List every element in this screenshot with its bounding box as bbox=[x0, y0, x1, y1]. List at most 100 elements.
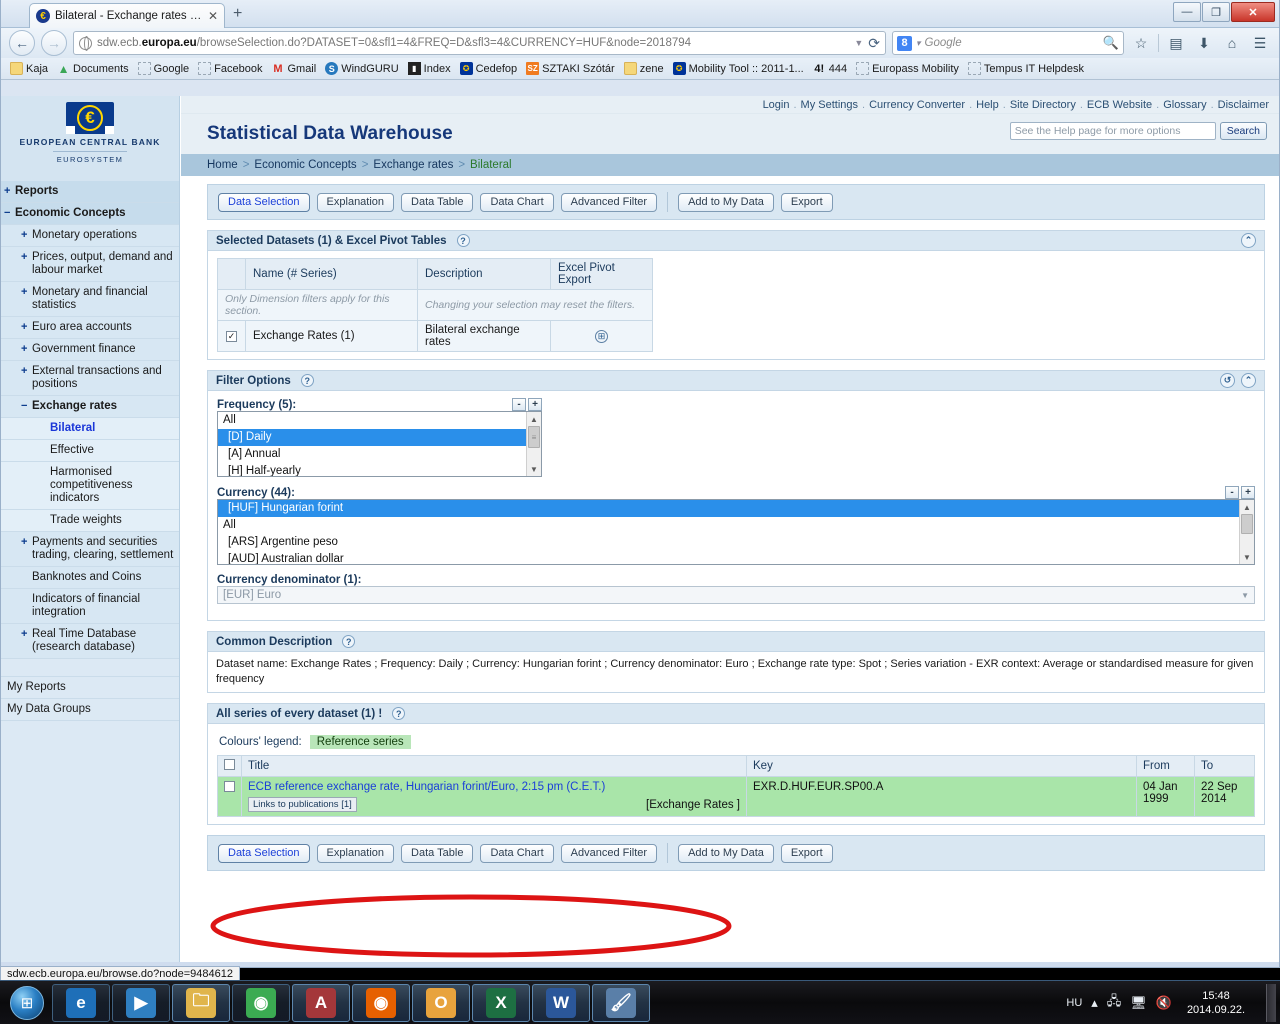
expand-icon[interactable]: + bbox=[21, 343, 29, 356]
expand-icon[interactable]: + bbox=[21, 536, 29, 562]
explanation-button-top[interactable]: Explanation bbox=[316, 192, 395, 212]
bookmark-kaja[interactable]: Kaja bbox=[7, 62, 51, 75]
sidebar-item-monetary-and-financial-statistics[interactable]: + Monetary and financial statistics bbox=[1, 282, 179, 317]
bookmark-index[interactable]: ▮ Index bbox=[405, 62, 454, 75]
collapse-icon[interactable]: − bbox=[21, 400, 29, 413]
select-all-series-checkbox[interactable] bbox=[224, 759, 235, 770]
add-to-my-data-button-bottom[interactable]: Add to My Data bbox=[678, 843, 774, 863]
sidebar-item-external-transactions-and-positions[interactable]: + External transactions and positions bbox=[1, 361, 179, 396]
data-chart-button-top[interactable]: Data Chart bbox=[480, 192, 554, 212]
bookmark-mobility-tool-2011-1[interactable]: ✪ Mobility Tool :: 2011-1... bbox=[670, 62, 807, 75]
breadcrumb-item-economic-concepts[interactable]: Economic Concepts bbox=[254, 159, 356, 171]
sidebar-item-effective[interactable]: Effective bbox=[1, 440, 179, 462]
bookmark-gmail[interactable]: M Gmail bbox=[268, 62, 319, 75]
sidebar-item-prices-output-demand-and-labour-market[interactable]: + Prices, output, demand and labour marke… bbox=[1, 247, 179, 282]
sidebar-item-indicators-of-financial-integration[interactable]: Indicators of financial integration bbox=[1, 589, 179, 624]
taskbar-microsoft-paint[interactable]: 🖌 bbox=[592, 983, 650, 1022]
new-tab-button[interactable]: + bbox=[233, 6, 242, 22]
series-checkbox[interactable] bbox=[224, 781, 235, 792]
bookmark-documents[interactable]: ▲ Documents bbox=[54, 62, 132, 76]
currency-scrollbar[interactable]: ▲ ▼ bbox=[1239, 500, 1254, 564]
frequency-option[interactable]: All bbox=[218, 412, 541, 429]
scroll-down-icon[interactable]: ▼ bbox=[1240, 550, 1255, 564]
expand-icon[interactable]: + bbox=[21, 251, 29, 277]
currency-option[interactable]: [AUD] Australian dollar bbox=[218, 551, 1254, 564]
bookmark-444[interactable]: 4! 444 bbox=[810, 62, 850, 75]
currency-shrink-button[interactable]: - bbox=[1225, 486, 1239, 499]
sidebar-item-real-time-database-research-database[interactable]: + Real Time Database (research database) bbox=[1, 624, 179, 659]
data-selection-button-bottom[interactable]: Data Selection bbox=[218, 843, 310, 863]
expand-icon[interactable]: + bbox=[4, 185, 12, 198]
sidebar-item-my-data-groups[interactable]: My Data Groups bbox=[1, 699, 179, 721]
frequency-option[interactable]: [H] Half-yearly bbox=[218, 463, 541, 476]
excel-pivot-export-icon[interactable]: ⊞ bbox=[595, 329, 608, 343]
advanced-filter-button-bottom[interactable]: Advanced Filter bbox=[560, 843, 658, 863]
forward-button[interactable]: → bbox=[41, 30, 67, 56]
taskbar-microsoft-word[interactable]: W bbox=[532, 983, 590, 1022]
downloads-icon[interactable]: ⬇ bbox=[1193, 31, 1215, 55]
expand-icon[interactable]: + bbox=[21, 286, 29, 312]
show-desktop-button[interactable] bbox=[1266, 983, 1276, 1022]
scrollbar-thumb[interactable] bbox=[1241, 514, 1253, 534]
taskbar-mozilla-firefox[interactable]: ◉ bbox=[352, 983, 410, 1022]
sidebar-item-harmonised-competitiveness-indicators[interactable]: Harmonised competitiveness indicators bbox=[1, 462, 179, 510]
denominator-select[interactable]: [EUR] Euro ▼ bbox=[217, 586, 1255, 604]
help-icon[interactable]: ? bbox=[342, 635, 356, 648]
frequency-option[interactable]: [A] Annual bbox=[218, 446, 541, 463]
breadcrumb-item-bilateral[interactable]: Bilateral bbox=[470, 159, 512, 171]
sidebar-item-economic-concepts[interactable]: − Economic Concepts bbox=[1, 203, 179, 225]
taskbar-windows-media-player[interactable]: ▶ bbox=[112, 983, 170, 1022]
scroll-up-icon[interactable]: ▲ bbox=[527, 412, 542, 426]
network-warning-icon[interactable]: 🖧 bbox=[1107, 992, 1122, 1014]
frequency-scrollbar[interactable]: ▲ ≡ ▼ bbox=[526, 412, 541, 476]
data-selection-button-top[interactable]: Data Selection bbox=[218, 192, 310, 212]
sidebar-item-my-reports[interactable]: My Reports bbox=[1, 677, 179, 699]
taskbar-internet-explorer[interactable]: e bbox=[52, 983, 110, 1022]
help-icon[interactable]: ? bbox=[456, 234, 470, 247]
taskbar-windows-explorer[interactable]: 🗀 bbox=[172, 983, 230, 1022]
tab-close-icon[interactable]: ✕ bbox=[208, 9, 218, 23]
clock[interactable]: 15:48 2014.09.22. bbox=[1181, 989, 1251, 1017]
bookmark-star-icon[interactable]: ☆ bbox=[1130, 31, 1152, 55]
tray-expand-icon[interactable]: ▴ bbox=[1091, 995, 1098, 1011]
search-icon[interactable]: 🔍 bbox=[1103, 35, 1119, 51]
currency-option[interactable]: All bbox=[218, 517, 1254, 534]
display-icon[interactable]: 🖥 bbox=[1130, 995, 1147, 1011]
links-to-publications-button[interactable]: Links to publications [1] bbox=[248, 797, 357, 812]
home-icon[interactable]: ⌂ bbox=[1221, 31, 1243, 55]
scroll-down-icon[interactable]: ▼ bbox=[527, 462, 542, 476]
search-input[interactable]: 8 ▾ Google 🔍 bbox=[892, 31, 1124, 55]
volume-muted-icon[interactable]: 🔇 bbox=[1156, 995, 1172, 1011]
sidebar-item-banknotes-and-coins[interactable]: Banknotes and Coins bbox=[1, 567, 179, 589]
taskbar-microsoft-access[interactable]: A bbox=[292, 983, 350, 1022]
currency-listbox[interactable]: [HUF] Hungarian forint All [ARS] Argentine… bbox=[217, 499, 1255, 565]
sidebar-item-exchange-rates[interactable]: − Exchange rates bbox=[1, 396, 179, 418]
url-bar[interactable]: sdw.ecb.europa.eu/browseSelection.do?DAT… bbox=[73, 31, 886, 55]
collapse-icon[interactable]: ⌃ bbox=[1241, 373, 1256, 388]
data-table-button-bottom[interactable]: Data Table bbox=[401, 843, 474, 863]
expand-icon[interactable]: + bbox=[21, 628, 29, 654]
top-link-ecb-website[interactable]: ECB Website bbox=[1087, 99, 1152, 111]
explanation-button-bottom[interactable]: Explanation bbox=[316, 843, 395, 863]
frequency-listbox[interactable]: All [D] Daily [A] Annual [H] Half-yearly ▲ … bbox=[217, 411, 542, 477]
advanced-filter-button-top[interactable]: Advanced Filter bbox=[560, 192, 658, 212]
top-link-site-directory[interactable]: Site Directory bbox=[1010, 99, 1076, 111]
bookmark-sztaki-sz-t-r[interactable]: SZ SZTAKI Szótár bbox=[523, 62, 618, 75]
reset-filters-icon[interactable]: ↺ bbox=[1220, 373, 1235, 388]
bookmark-cedefop[interactable]: ✪ Cedefop bbox=[457, 62, 521, 75]
bookmark-windguru[interactable]: S WindGURU bbox=[322, 62, 401, 75]
bookmark-zene[interactable]: zene bbox=[621, 62, 667, 75]
export-button-bottom[interactable]: Export bbox=[780, 843, 833, 863]
bookmark-google[interactable]: Google bbox=[135, 62, 192, 75]
dataset-checkbox[interactable]: ✓ bbox=[226, 331, 237, 342]
expand-icon[interactable]: + bbox=[21, 365, 29, 391]
help-icon[interactable]: ? bbox=[300, 374, 314, 387]
data-chart-button-bottom[interactable]: Data Chart bbox=[480, 843, 554, 863]
back-button[interactable]: ← bbox=[9, 30, 35, 56]
help-icon[interactable]: ? bbox=[392, 707, 406, 720]
breadcrumb-item-exchange-rates[interactable]: Exchange rates bbox=[373, 159, 453, 171]
add-to-my-data-button-top[interactable]: Add to My Data bbox=[678, 192, 774, 212]
top-link-my-settings[interactable]: My Settings bbox=[801, 99, 858, 111]
taskbar-microsoft-outlook[interactable]: O bbox=[412, 983, 470, 1022]
breadcrumb-item-home[interactable]: Home bbox=[207, 159, 238, 171]
